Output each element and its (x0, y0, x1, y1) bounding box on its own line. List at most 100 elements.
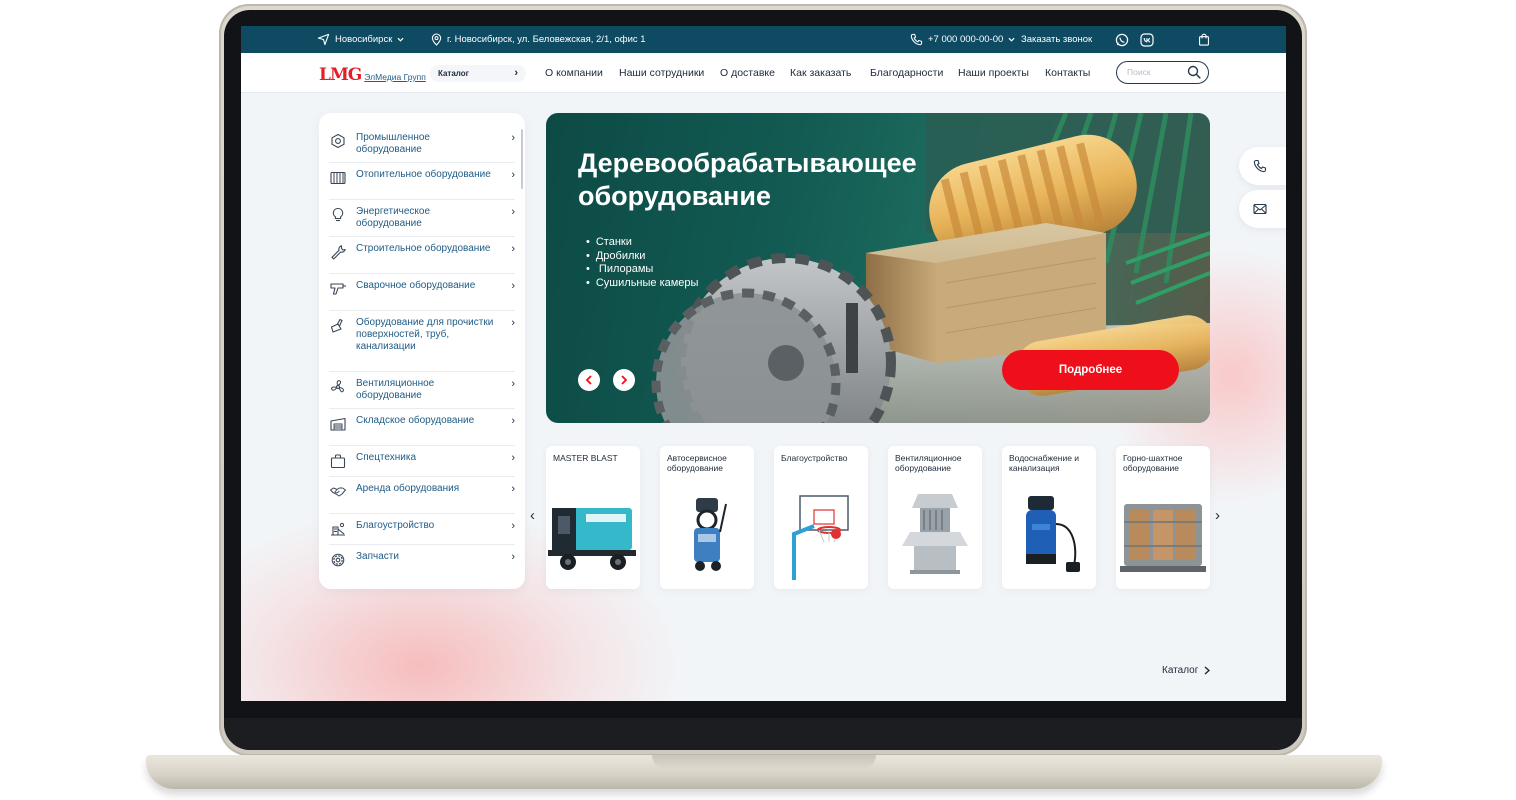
nav-link-about[interactable]: О компании (545, 67, 603, 79)
phone-number: +7 000 000-00-00 (928, 34, 1004, 45)
more-button[interactable]: Подробнее (1002, 350, 1179, 390)
sidebar-item-construction[interactable]: Строительное оборудование › (329, 243, 515, 260)
phone-selector[interactable]: +7 000 000-00-00 (910, 26, 1015, 53)
chevron-right-icon (621, 375, 628, 385)
chevron-right-icon: › (511, 317, 515, 329)
sidebar-item-special-machinery[interactable]: Спецтехника › (329, 452, 515, 469)
fan-icon (331, 380, 344, 393)
cog-icon (331, 553, 345, 567)
sidebar-item-label: Запчасти (356, 551, 399, 562)
top-bar: Новосибирск г. Новосибирск, ул. Беловежс… (241, 26, 1286, 53)
basketball-hoop-image (792, 495, 849, 580)
sidebar-item-label: Промышленное оборудование (356, 132, 430, 155)
sidebar-item-label: Вентиляционное оборудование (356, 378, 435, 401)
card-label: MASTER BLAST (553, 453, 618, 463)
nav-link-contacts[interactable]: Контакты (1045, 67, 1090, 79)
browser-screen: Новосибирск г. Новосибирск, ул. Беловежс… (241, 26, 1286, 701)
sidebar-item-welding[interactable]: Сварочное оборудование › (329, 280, 515, 297)
sidebar-item-industrial[interactable]: Промышленное оборудование › (329, 132, 515, 156)
hero-bullet-list: Станки Дробилки Пилорамы Сушильные камер… (586, 236, 699, 290)
category-card[interactable]: Вентиляционное оборудование (888, 446, 982, 589)
chevron-right-icon (1204, 666, 1211, 675)
sidebar-item-label: Аренда оборудования (356, 483, 460, 494)
pressure-washer-image (694, 498, 727, 571)
card-label: Горно-шахтное оборудование (1123, 453, 1183, 473)
catalog-link[interactable]: Каталог (1162, 665, 1211, 676)
sidebar-item-parts[interactable]: Запчасти › (329, 551, 515, 568)
hero-next-button[interactable] (613, 369, 635, 391)
hero-banner: Деревообрабатывающее оборудование Станки… (546, 113, 1210, 423)
chevron-right-icon: › (511, 483, 515, 495)
sidebar-item-label: Строительное оборудование (356, 243, 491, 254)
float-mail-button[interactable] (1239, 190, 1286, 228)
nav-link-projects[interactable]: Наши проекты (958, 67, 1029, 79)
card-label: Благоустройство (781, 453, 848, 463)
radiator-icon (330, 171, 346, 185)
warehouse-icon (330, 417, 346, 431)
hero-bullet: Дробилки (586, 250, 698, 264)
sidebar-item-ventilation[interactable]: Вентиляционное оборудование › (329, 378, 515, 402)
vk-icon[interactable] (1140, 26, 1154, 53)
sidebar-item-label: Сварочное оборудование (356, 280, 476, 291)
city-label: Новосибирск (335, 34, 393, 45)
category-card[interactable]: MASTER BLAST (546, 446, 640, 589)
sidebar-scrollbar[interactable] (521, 129, 523, 189)
hero-prev-button[interactable] (578, 369, 600, 391)
map-pin-icon (431, 33, 442, 46)
cart-icon[interactable] (1198, 26, 1210, 53)
submersible-pump-image (1026, 496, 1080, 572)
nav-link-staff[interactable]: Наши сотрудники (619, 67, 704, 79)
phone-icon (1253, 159, 1267, 173)
site-logo[interactable]: LMG ЭлМедиа Групп (319, 64, 426, 84)
whatsapp-icon[interactable] (1115, 26, 1129, 53)
sidebar-item-label: Энергетическое оборудование (356, 206, 431, 229)
sidebar-item-label: Складское оборудование (356, 415, 475, 426)
chevron-down-icon (397, 37, 404, 42)
gear-icon (331, 133, 345, 149)
logo-mark: LMG (319, 65, 362, 85)
category-card[interactable]: Автосервисное оборудование (660, 446, 754, 589)
cleaning-icon (330, 318, 343, 333)
carousel-next-button[interactable]: › (1215, 507, 1220, 524)
location-arrow-icon (317, 33, 330, 46)
sidebar-item-label: Отопительное оборудование (356, 169, 491, 180)
bag-icon (330, 454, 346, 469)
mail-icon (1253, 203, 1267, 215)
sidebar-item-energy[interactable]: Энергетическое оборудование › (329, 206, 515, 230)
playground-icon (331, 522, 345, 536)
callback-link[interactable]: Заказать звонок (1021, 26, 1092, 53)
chevron-right-icon: › (511, 415, 515, 427)
search-input[interactable] (1127, 67, 1183, 77)
chevron-right-icon: › (511, 551, 515, 563)
sidebar-item-warehouse[interactable]: Складское оборудование › (329, 415, 515, 432)
catalog-button[interactable]: Каталог › (430, 65, 526, 82)
card-label: Водоснабжение и канализация (1009, 453, 1080, 473)
category-card[interactable]: Благоустройство (774, 446, 868, 589)
chevron-right-icon: › (511, 206, 515, 218)
card-label: Вентиляционное оборудование (895, 453, 962, 473)
address-text: г. Новосибирск, ул. Беловежская, 2/1, оф… (447, 34, 646, 45)
nav-link-how-to-order[interactable]: Как заказать (790, 67, 851, 79)
nav-link-delivery[interactable]: О доставке (720, 67, 775, 79)
city-selector[interactable]: Новосибирск (317, 26, 404, 53)
sidebar-item-rental[interactable]: Аренда оборудования › (329, 483, 515, 500)
sidebar-item-cleaning[interactable]: Оборудование для прочистки поверхностей,… (329, 317, 515, 353)
chevron-right-icon: › (511, 132, 515, 144)
search-icon[interactable] (1187, 65, 1201, 79)
compressor-image (548, 508, 636, 570)
carousel-prev-button[interactable]: ‹ (530, 507, 535, 524)
chevron-right-icon: › (511, 378, 515, 390)
float-call-button[interactable] (1239, 147, 1286, 185)
nav-link-thanks[interactable]: Благодарности (870, 67, 943, 79)
address: г. Новосибирск, ул. Беловежская, 2/1, оф… (431, 26, 646, 53)
chevron-down-icon (1008, 37, 1015, 42)
category-card[interactable]: Горно-шахтное оборудование (1116, 446, 1210, 589)
sidebar-item-label: Спецтехника (356, 452, 416, 463)
laptop-chin (224, 718, 1302, 750)
sidebar-item-heating[interactable]: Отопительное оборудование › (329, 169, 515, 186)
main-navbar: LMG ЭлМедиа Групп Каталог › О компании Н… (241, 53, 1286, 93)
chevron-right-icon: › (511, 169, 515, 181)
category-card[interactable]: Водоснабжение и канализация (1002, 446, 1096, 589)
sidebar-item-landscaping[interactable]: Благоустройство › (329, 520, 515, 537)
card-label: Автосервисное оборудование (667, 453, 727, 473)
